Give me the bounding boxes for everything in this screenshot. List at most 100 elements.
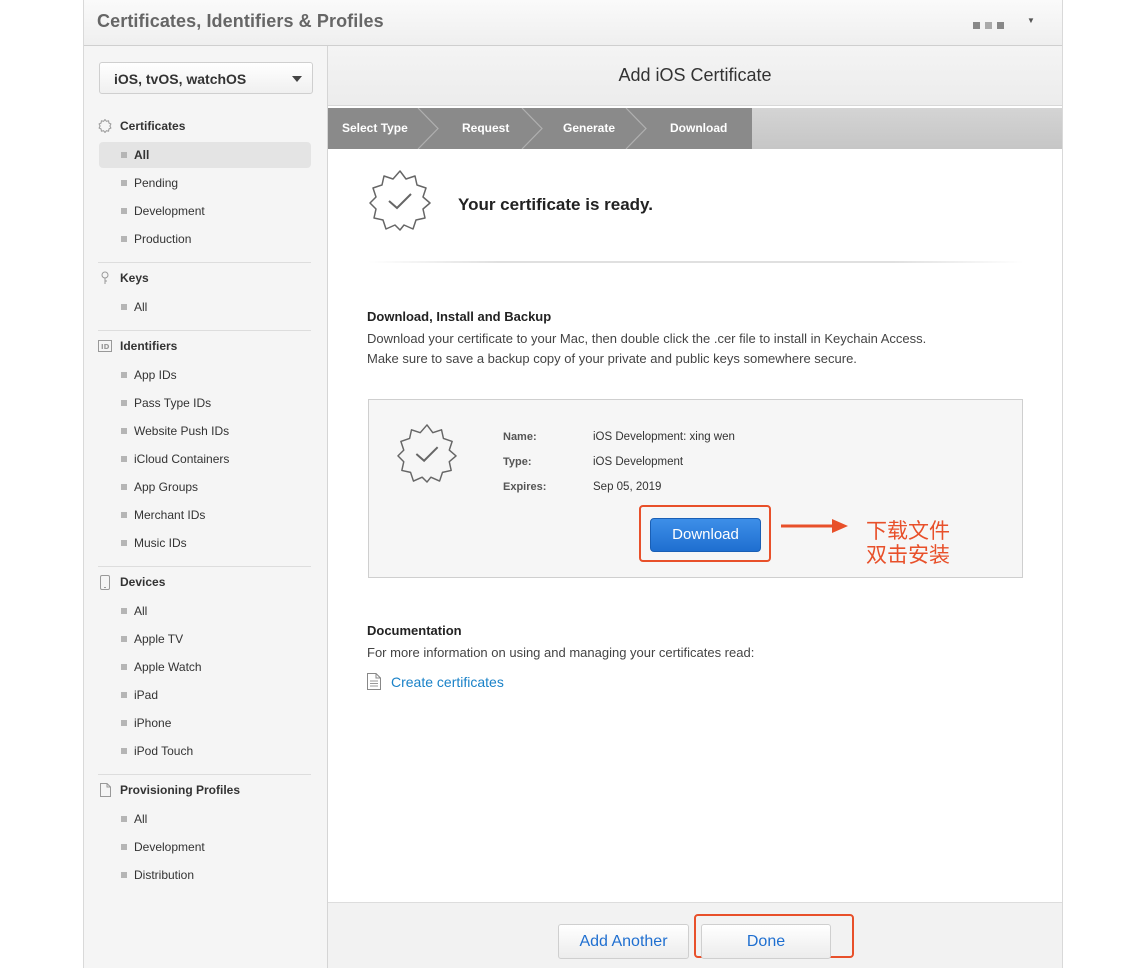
done-button[interactable]: Done bbox=[701, 924, 831, 959]
sidebar-section-provisioning-profiles: Provisioning Profiles bbox=[98, 783, 240, 797]
sidebar-item-label: Development bbox=[134, 840, 205, 854]
sidebar-item-production[interactable]: Production bbox=[99, 226, 311, 252]
sidebar-item-pending[interactable]: Pending bbox=[99, 170, 311, 196]
certificate-name: iOS Development: xing wen bbox=[593, 431, 735, 443]
certificate-icon bbox=[98, 119, 112, 133]
step-select-type: Select Type bbox=[342, 121, 408, 135]
sidebar-section-title: Keys bbox=[120, 271, 149, 285]
download-button[interactable]: Download bbox=[650, 518, 761, 552]
documentation-heading: Documentation bbox=[367, 623, 462, 638]
sidebar-item-label: All bbox=[134, 148, 150, 162]
sidebar-item-website-push-ids[interactable]: Website Push IDs bbox=[99, 418, 311, 444]
sidebar-section-identifiers: ID Identifiers bbox=[98, 339, 177, 353]
sidebar-item-label: iCloud Containers bbox=[134, 452, 230, 466]
sidebar-item-label: Website Push IDs bbox=[134, 424, 230, 438]
svg-text:ID: ID bbox=[101, 343, 110, 351]
annotation-arrow-icon bbox=[781, 519, 848, 533]
download-instructions-line1: Download your certificate to your Mac, t… bbox=[367, 331, 927, 346]
certificate-badge-icon bbox=[368, 169, 432, 236]
certificate-type: iOS Development bbox=[593, 456, 684, 468]
step-request: Request bbox=[462, 121, 510, 135]
create-certificates-link-label: Create certificates bbox=[391, 673, 504, 690]
sidebar-item-app-ids[interactable]: App IDs bbox=[99, 362, 311, 388]
sidebar-item-devices-all[interactable]: All bbox=[99, 598, 311, 624]
divider bbox=[98, 566, 311, 567]
step-progress: Select Type Request Generate Download bbox=[328, 108, 1062, 149]
annotation-note: 下载文件 双击安装 bbox=[866, 519, 950, 567]
certificate-details-box: Name: iOS Development: xing wen Type: iO… bbox=[368, 399, 1023, 578]
sidebar-item-ipod-touch[interactable]: iPod Touch bbox=[99, 738, 311, 764]
sidebar-item-development[interactable]: Development bbox=[99, 198, 311, 224]
sidebar-item-certificates-all[interactable]: All bbox=[99, 142, 311, 168]
sidebar-item-label: All bbox=[134, 604, 148, 618]
annotation-line2: 双击安装 bbox=[866, 543, 950, 567]
sidebar-item-merchant-ids[interactable]: Merchant IDs bbox=[99, 502, 311, 528]
sidebar-item-apple-watch[interactable]: Apple Watch bbox=[99, 654, 311, 680]
sidebar-item-keys-all[interactable]: All bbox=[99, 294, 311, 320]
download-instructions-line2: Make sure to save a backup copy of your … bbox=[367, 351, 857, 366]
sidebar-item-label: iPhone bbox=[134, 716, 172, 730]
sidebar-item-music-ids[interactable]: Music IDs bbox=[99, 530, 311, 556]
device-icon bbox=[98, 574, 112, 590]
main-header: Add iOS Certificate bbox=[328, 46, 1062, 106]
sidebar-section-title: Certificates bbox=[120, 119, 186, 133]
sidebar-item-label: iPod Touch bbox=[134, 744, 194, 758]
sidebar-item-label: Pass Type IDs bbox=[134, 396, 212, 410]
name-label: Name: bbox=[503, 431, 537, 443]
sidebar-item-label: App IDs bbox=[134, 368, 177, 382]
sidebar-item-label: Apple Watch bbox=[134, 660, 202, 674]
certificate-badge-icon bbox=[396, 423, 458, 488]
sidebar-section-title: Devices bbox=[120, 575, 166, 589]
sidebar-item-label: Distribution bbox=[134, 868, 195, 882]
platform-select[interactable]: iOS, tvOS, watchOS bbox=[99, 62, 313, 94]
key-icon bbox=[98, 271, 112, 285]
certificate-expires: Sep 05, 2019 bbox=[593, 481, 662, 493]
sidebar-item-ipad[interactable]: iPad bbox=[99, 682, 311, 708]
sidebar-item-profiles-development[interactable]: Development bbox=[99, 834, 311, 860]
sidebar-item-app-groups[interactable]: App Groups bbox=[99, 474, 311, 500]
sidebar-section-keys: Keys bbox=[98, 271, 149, 285]
sidebar-item-profiles-all[interactable]: All bbox=[99, 806, 311, 832]
annotation-line1: 下载文件 bbox=[866, 519, 950, 543]
sidebar-item-label: Pending bbox=[134, 176, 179, 190]
sidebar-item-pass-type-ids[interactable]: Pass Type IDs bbox=[99, 390, 311, 416]
sidebar-item-profiles-distribution[interactable]: Distribution bbox=[99, 862, 311, 888]
sidebar: iOS, tvOS, watchOS Certificates All Pend… bbox=[84, 46, 328, 968]
sidebar-item-apple-tv[interactable]: Apple TV bbox=[99, 626, 311, 652]
divider bbox=[98, 262, 311, 263]
page-frame: Certificates, Identifiers & Profiles ▼ i… bbox=[83, 0, 1063, 968]
step-download: Download bbox=[670, 121, 728, 135]
sidebar-section-devices: Devices bbox=[98, 574, 166, 590]
document-icon bbox=[367, 673, 381, 690]
chevron-down-icon bbox=[292, 76, 302, 82]
sidebar-item-icloud-containers[interactable]: iCloud Containers bbox=[99, 446, 311, 472]
sidebar-item-label: iPad bbox=[134, 688, 159, 702]
footer-bar: Add Another Done bbox=[328, 902, 1062, 968]
documentation-text: For more information on using and managi… bbox=[367, 645, 755, 660]
chevron-down-icon[interactable]: ▼ bbox=[1027, 16, 1035, 25]
sidebar-item-label: Development bbox=[134, 204, 205, 218]
sidebar-section-certificates: Certificates bbox=[98, 119, 185, 133]
document-icon bbox=[98, 783, 112, 797]
type-label: Type: bbox=[503, 456, 532, 468]
page-title: Add iOS Certificate bbox=[618, 65, 772, 85]
sidebar-item-label: All bbox=[134, 812, 148, 826]
sidebar-section-title: Provisioning Profiles bbox=[120, 783, 241, 797]
sidebar-item-iphone[interactable]: iPhone bbox=[99, 710, 311, 736]
add-another-button[interactable]: Add Another bbox=[558, 924, 689, 959]
download-section-heading: Download, Install and Backup bbox=[367, 309, 552, 324]
sidebar-section-title: Identifiers bbox=[120, 339, 178, 353]
sidebar-item-label: Merchant IDs bbox=[134, 508, 206, 522]
sidebar-item-label: Music IDs bbox=[134, 536, 187, 550]
sidebar-item-label: Apple TV bbox=[134, 632, 184, 646]
sidebar-item-label: App Groups bbox=[134, 480, 199, 494]
divider bbox=[98, 774, 311, 775]
sidebar-item-label: All bbox=[134, 300, 148, 314]
sidebar-item-label: Production bbox=[134, 232, 192, 246]
main-panel: Add iOS Certificate Select Type Request … bbox=[328, 46, 1062, 968]
account-menu-icon[interactable] bbox=[973, 16, 1009, 34]
app-title: Certificates, Identifiers & Profiles bbox=[97, 11, 384, 31]
create-certificates-link[interactable]: Create certificates bbox=[367, 673, 504, 690]
expires-label: Expires: bbox=[503, 481, 547, 493]
divider bbox=[98, 330, 311, 331]
